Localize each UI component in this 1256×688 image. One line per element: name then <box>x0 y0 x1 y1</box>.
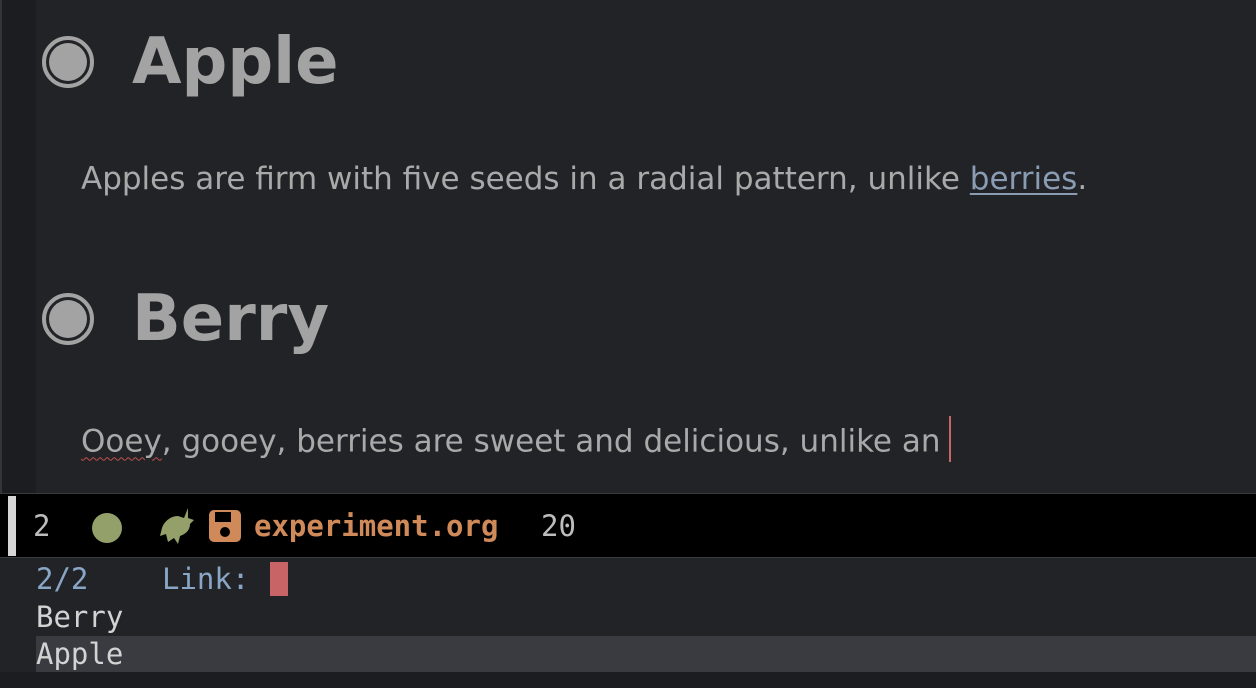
buffer-name[interactable]: experiment.org <box>254 510 498 542</box>
candidate-count: 2/2 <box>36 562 89 596</box>
paragraph-berry[interactable]: Ooey, gooey, berries are sweet and delic… <box>81 416 951 466</box>
heading-berry-text: Berry <box>132 282 330 356</box>
left-fringe <box>0 0 36 493</box>
misspelled-word[interactable]: Ooey <box>81 424 162 460</box>
editor-buffer[interactable]: Apple Apples are firm with five seeds in… <box>0 0 1256 493</box>
candidate-berry[interactable]: Berry <box>36 600 123 634</box>
floppy-disk-icon[interactable] <box>207 508 243 550</box>
heading-bullet-icon <box>42 36 94 88</box>
unicorn-icon <box>158 506 196 552</box>
paragraph-apple-period: . <box>1077 161 1088 197</box>
heading-bullet-icon <box>42 293 94 345</box>
heading-apple[interactable]: Apple <box>42 30 339 94</box>
minibuffer-prompt: Link: <box>162 562 250 596</box>
bottom-strip <box>0 672 1256 688</box>
heading-berry[interactable]: Berry <box>42 287 329 351</box>
paragraph-apple[interactable]: Apples are firm with five seeds in a rad… <box>81 164 1087 195</box>
candidate-apple[interactable]: Apple <box>36 637 123 671</box>
paragraph-apple-text: Apples are firm with five seeds in a rad… <box>81 161 970 197</box>
minibuffer-cursor <box>270 562 288 596</box>
status-dot-icon <box>92 513 122 543</box>
paragraph-berry-text: , gooey, berries are sweet and delicious… <box>161 423 941 460</box>
berries-link[interactable]: berries <box>970 161 1078 197</box>
minibuffer[interactable]: 2/2 Link: Berry Apple <box>0 558 1256 688</box>
active-window-indicator <box>8 496 16 556</box>
mode-line: 2 experiment.org 20 <box>0 493 1256 558</box>
window-number: 2 <box>33 509 51 543</box>
heading-apple-text: Apple <box>132 25 339 99</box>
selected-candidate-highlight <box>36 636 1256 672</box>
cursor-position: 20 <box>541 509 576 543</box>
text-cursor <box>948 416 951 462</box>
